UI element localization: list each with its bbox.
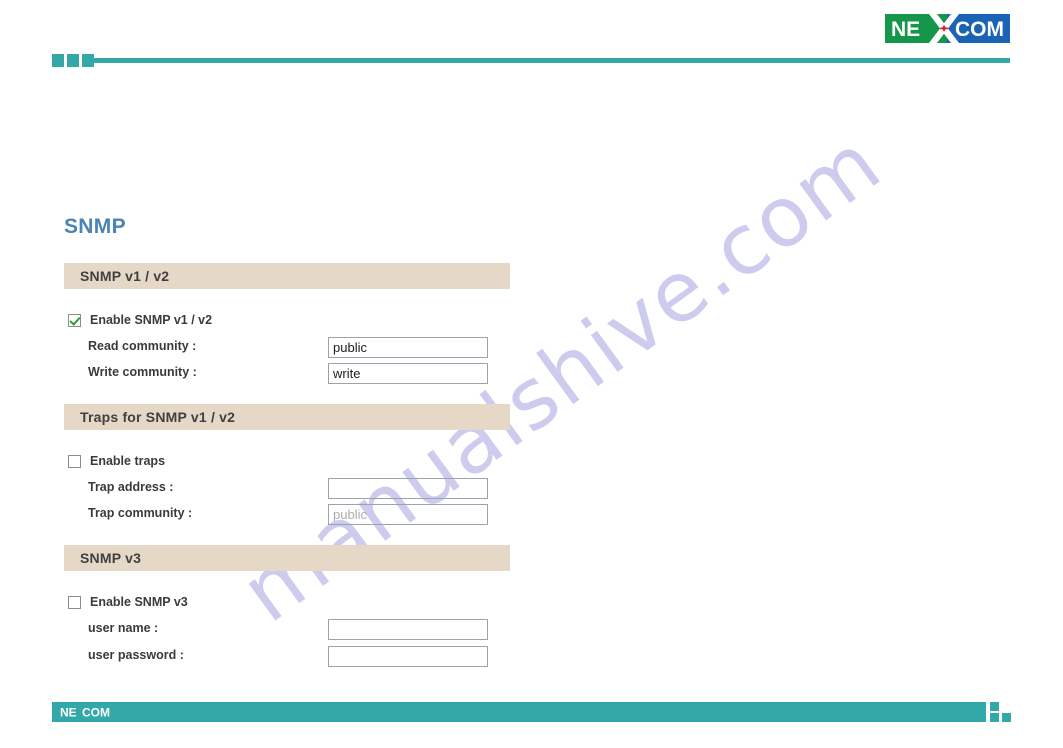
enable-traps-label: Enable traps [90,454,166,468]
read-community-input[interactable] [328,337,488,358]
nexcom-footer-logo: NE COM [60,705,130,720]
main-content: SNMP SNMP v1 / v2 Enable SNMP v1 / v2 Re… [0,0,1063,690]
footer-square-2 [990,713,999,722]
page-footer: NE COM [52,702,1011,722]
user-password-row: user password : [88,646,488,667]
trap-address-label: Trap address : [88,480,174,494]
section-header-snmp-v1-v2: SNMP v1 / v2 [64,263,510,289]
user-name-row: user name : [88,619,488,640]
write-community-label: Write community : [88,365,197,379]
footer-bar [52,702,986,722]
enable-snmp-v1-v2-label: Enable SNMP v1 / v2 [90,313,213,327]
enable-traps-row[interactable]: Enable traps [68,454,165,468]
enable-snmp-v3-row[interactable]: Enable SNMP v3 [68,595,188,609]
trap-address-input[interactable] [328,478,488,499]
trap-address-row: Trap address : [88,478,488,499]
section-title: SNMP v3 [80,550,142,566]
enable-snmp-v3-label: Enable SNMP v3 [90,595,188,609]
page-canvas: manualshive.com NE COM SNMP SNMP v1 / v2… [0,0,1063,748]
user-password-label: user password : [88,648,184,662]
enable-traps-checkbox[interactable] [68,454,81,468]
user-name-label: user name : [88,621,159,635]
user-password-input[interactable] [328,646,488,667]
user-name-input[interactable] [328,619,488,640]
read-community-label: Read community : [88,339,197,353]
section-title: SNMP v1 / v2 [80,268,170,284]
footer-square-1 [990,702,999,711]
enable-snmp-v3-checkbox[interactable] [68,595,81,609]
write-community-row: Write community : [88,363,488,384]
write-community-input[interactable] [328,363,488,384]
trap-community-label: Trap community : [88,506,193,520]
page-title: SNMP [64,215,126,238]
svg-text:COM: COM [82,706,110,720]
section-title: Traps for SNMP v1 / v2 [80,409,236,425]
trap-community-input[interactable] [328,504,488,525]
svg-text:COM: COM [955,18,1004,41]
section-header-snmp-v3: SNMP v3 [64,545,510,571]
svg-text:NE: NE [891,18,920,41]
read-community-row: Read community : [88,337,488,358]
nexcom-logo: NE COM [885,14,1010,43]
svg-text:NE: NE [60,706,77,720]
enable-snmp-v1-v2-checkbox[interactable] [68,313,81,327]
section-header-traps-snmp-v1-v2: Traps for SNMP v1 / v2 [64,404,510,430]
trap-community-row: Trap community : [88,504,488,525]
enable-snmp-v1-v2-row[interactable]: Enable SNMP v1 / v2 [68,313,212,327]
footer-square-3 [1002,713,1011,722]
